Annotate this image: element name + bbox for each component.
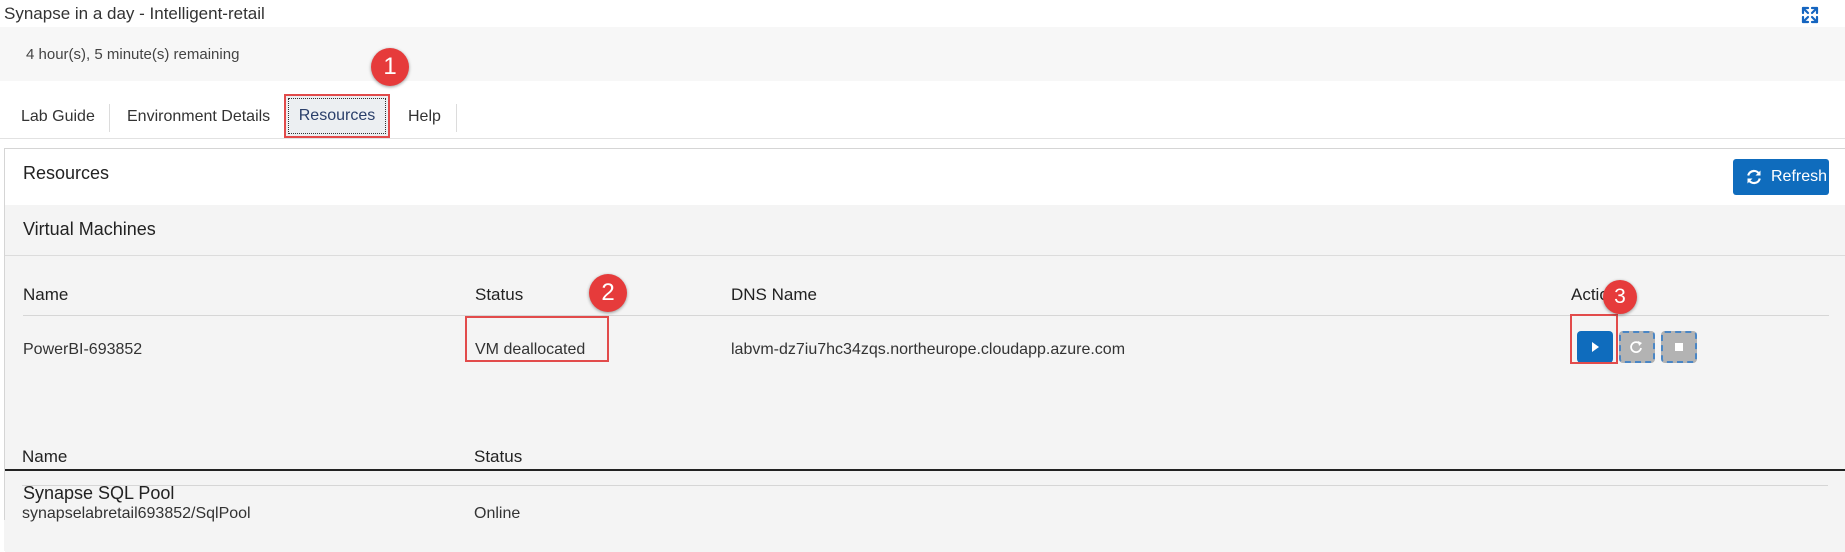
- refresh-icon: [1747, 169, 1761, 185]
- vm-name: PowerBI-693852: [23, 341, 143, 358]
- tab-divider: [456, 104, 457, 132]
- vm-col-dns: DNS Name: [731, 285, 817, 304]
- tab-help[interactable]: Help: [408, 102, 441, 132]
- expand-icon[interactable]: [1800, 5, 1820, 25]
- sql-pool-status: Online: [474, 505, 521, 522]
- stop-icon: [1675, 343, 1683, 351]
- callout-badge-3: 3: [1603, 280, 1637, 314]
- callout-badge-1: 1: [371, 48, 409, 86]
- tab-lab-guide[interactable]: Lab Guide: [21, 102, 95, 132]
- sql-section-title: Synapse SQL Pool: [23, 483, 175, 503]
- sql-pool-body: [4, 520, 1845, 551]
- stop-vm-button[interactable]: [1661, 331, 1697, 363]
- vm-col-status: Status: [475, 285, 524, 304]
- tab-environment-details[interactable]: Environment Details: [127, 102, 270, 132]
- refresh-button[interactable]: Refresh: [1733, 159, 1829, 195]
- callout-box-start: [1570, 314, 1618, 364]
- time-remaining: 4 hour(s), 5 minute(s) remaining: [26, 46, 240, 63]
- sql-col-name: Name: [22, 447, 68, 466]
- tab-resources[interactable]: Resources: [284, 94, 390, 138]
- restart-icon: [1630, 341, 1642, 353]
- sql-header-divider: [22, 485, 1828, 486]
- refresh-label: Refresh: [1771, 168, 1828, 185]
- vm-dns-name: labvm-dz7iu7hc34zqs.northeurope.cloudapp…: [731, 341, 1126, 358]
- vm-section-header: Virtual Machines: [5, 205, 1845, 256]
- resources-header: Resources Refresh: [5, 149, 1845, 206]
- vm-section-title: Virtual Machines: [23, 219, 156, 239]
- window-title: Synapse in a day - Intelligent-retail: [4, 4, 265, 23]
- callout-box-status: [465, 316, 609, 362]
- tab-divider: [109, 104, 110, 132]
- vm-col-name: Name: [23, 285, 69, 304]
- callout-badge-2: 2: [589, 274, 627, 312]
- sql-col-status: Status: [474, 447, 523, 466]
- resources-panel: Resources Refresh Virtual Machines Name …: [4, 148, 1845, 552]
- sql-section-header: Synapse SQL Pool: [5, 471, 1845, 522]
- tab-bar: Lab Guide Environment Details Resources …: [0, 94, 1845, 139]
- resources-title: Resources: [23, 163, 110, 183]
- restart-vm-button[interactable]: [1619, 331, 1655, 363]
- timer-bar: 4 hour(s), 5 minute(s) remaining: [0, 27, 1845, 81]
- sql-pool-name: synapselabretail693852/SqlPool: [22, 505, 251, 522]
- vm-header-divider: [23, 315, 1829, 316]
